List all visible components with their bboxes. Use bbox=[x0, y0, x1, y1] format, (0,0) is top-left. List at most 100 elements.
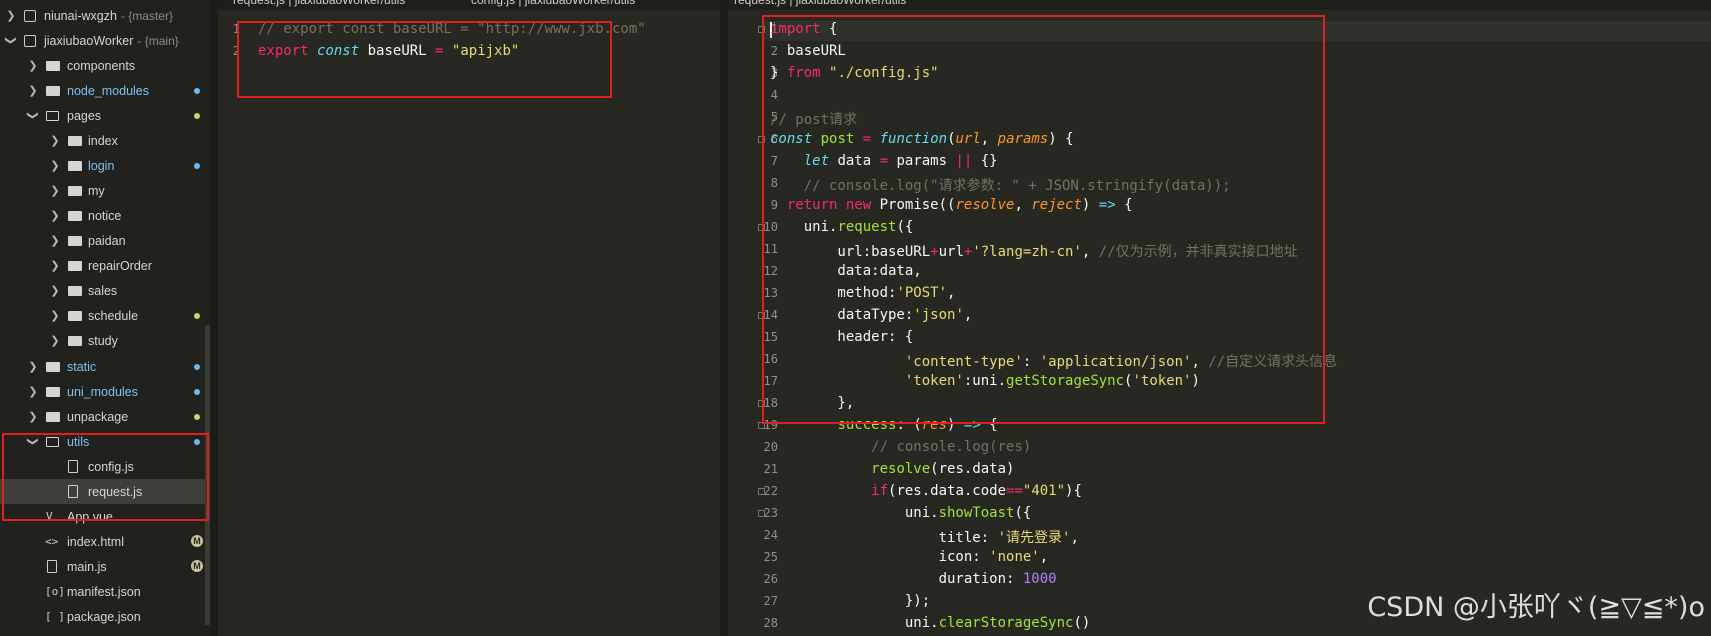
chevron-right-icon: ❯ bbox=[50, 285, 60, 297]
folder-icon bbox=[68, 186, 82, 196]
code-line-24: title: '请先登录', bbox=[770, 530, 1079, 546]
chevron-right-icon: ❯ bbox=[50, 185, 60, 197]
code-line-28: uni.clearStorageSync() bbox=[770, 615, 1091, 631]
folder-icon bbox=[68, 261, 82, 271]
chevron-right-icon: ❯ bbox=[50, 260, 60, 272]
js-file-icon bbox=[47, 560, 57, 573]
tree-item-index-html[interactable]: <> index.html M bbox=[0, 529, 205, 554]
fold-toggle-icon[interactable] bbox=[758, 488, 765, 495]
modified-badge: M bbox=[191, 560, 203, 572]
code-line-22: if(res.data.code=="401"){ bbox=[871, 483, 1082, 499]
chevron-right-icon: ❯ bbox=[28, 386, 38, 398]
annotation-box-config bbox=[237, 21, 612, 98]
tree-item-label: uni_modules bbox=[67, 384, 138, 399]
pane-divider[interactable] bbox=[210, 0, 218, 636]
tree-item-manifest-json[interactable]: [o] manifest.json bbox=[0, 579, 205, 604]
chevron-right-icon: ❯ bbox=[50, 335, 60, 347]
tree-item-label: study bbox=[88, 333, 118, 348]
tree-item-login[interactable]: ❯ login bbox=[0, 153, 205, 178]
folder-icon bbox=[68, 336, 82, 346]
editor-request-js[interactable]: 1 2 3 4 5 6 7 8 9 10 11 12 13 14 15 16 1… bbox=[728, 10, 1711, 636]
fold-toggle-icon[interactable] bbox=[758, 510, 765, 517]
tab-request-js-right[interactable]: request.js | jiaxiubaoWorker/utils bbox=[734, 0, 906, 9]
folder-icon bbox=[68, 286, 82, 296]
modified-dot-icon bbox=[194, 113, 200, 119]
code-line-20: // console.log(res) bbox=[871, 439, 1032, 455]
tree-item-main-js[interactable]: main.js M bbox=[0, 554, 205, 579]
chevron-right-icon: ❯ bbox=[50, 235, 60, 247]
modified-dot-icon bbox=[194, 313, 200, 319]
chevron-down-icon: ❯ bbox=[26, 110, 39, 121]
tree-item-label: my bbox=[88, 183, 105, 198]
chevron-right-icon: ❯ bbox=[50, 135, 60, 147]
tree-item-repairorder[interactable]: ❯ repairOrder bbox=[0, 253, 205, 278]
chevron-right-icon: ❯ bbox=[50, 310, 60, 322]
tree-item-label: main.js bbox=[67, 559, 107, 574]
tree-item-niunai-wxgzh[interactable]: ❯ niunai-wxgzh - {master} bbox=[0, 3, 205, 28]
tree-item-package-json[interactable]: [ ] package.json bbox=[0, 604, 205, 629]
folder-icon bbox=[68, 136, 82, 146]
tree-item-label: index bbox=[88, 133, 118, 148]
tab-request-js-left[interactable]: request.js | jiaxiubaoWorker/utils bbox=[233, 0, 405, 9]
csdn-watermark: CSDN @小张吖ヾ(≧▽≦*)o bbox=[1367, 592, 1705, 623]
code-line-25: icon: 'none', bbox=[770, 549, 1049, 565]
folder-icon bbox=[46, 387, 60, 397]
tab-bar-right: request.js | jiaxiubaoWorker/utils bbox=[728, 0, 1711, 10]
tree-item-jiaxiubaoworker[interactable]: ❯ jiaxiubaoWorker - {main} bbox=[0, 28, 205, 53]
chevron-right-icon: ❯ bbox=[50, 210, 60, 222]
annotation-box-request bbox=[762, 15, 1325, 424]
modified-dot-icon bbox=[194, 414, 200, 420]
json-file-icon: [ ] bbox=[45, 610, 65, 623]
tree-item-label: unpackage bbox=[67, 409, 129, 424]
code-line-23: uni.showToast({ bbox=[770, 505, 1032, 521]
tab-bar-left: request.js | jiaxiubaoWorker/utils confi… bbox=[218, 0, 720, 10]
folder-icon bbox=[68, 211, 82, 221]
folder-icon bbox=[68, 236, 82, 246]
tree-item-label: index.html bbox=[67, 534, 124, 549]
tree-item-study[interactable]: ❯ study bbox=[0, 328, 205, 353]
editor-config-js[interactable]: 1 2 // export const baseURL = "http://ww… bbox=[218, 10, 720, 636]
tree-item-node-modules[interactable]: ❯ node_modules bbox=[0, 78, 205, 103]
chevron-right-icon: ❯ bbox=[6, 10, 16, 22]
tree-item-label: jiaxiubaoWorker bbox=[44, 33, 134, 48]
tree-item-uni-modules[interactable]: ❯ uni_modules bbox=[0, 379, 205, 404]
tree-item-unpackage[interactable]: ❯ unpackage bbox=[0, 404, 205, 429]
file-explorer: ❯ niunai-wxgzh - {master} ❯ jiaxiubaoWork… bbox=[0, 0, 210, 636]
tree-item-schedule[interactable]: ❯ schedule bbox=[0, 303, 205, 328]
chevron-down-icon: ❯ bbox=[4, 35, 17, 46]
tree-item-label: package.json bbox=[67, 609, 141, 624]
tree-item-notice[interactable]: ❯ notice bbox=[0, 203, 205, 228]
html-file-icon: <> bbox=[45, 535, 59, 548]
tree-item-label: static bbox=[67, 359, 97, 374]
branch-label: - {master} bbox=[120, 8, 173, 23]
tree-item-pages[interactable]: ❯ pages bbox=[0, 103, 205, 128]
tree-item-label: notice bbox=[88, 208, 122, 223]
tree-item-my[interactable]: ❯ my bbox=[0, 178, 205, 203]
chevron-right-icon: ❯ bbox=[28, 411, 38, 423]
tree-item-label: sales bbox=[88, 283, 118, 298]
folder-icon bbox=[46, 412, 60, 422]
folder-icon bbox=[68, 161, 82, 171]
repo-icon bbox=[24, 34, 36, 47]
code-line-26: duration: 1000 bbox=[770, 571, 1057, 587]
chevron-right-icon: ❯ bbox=[28, 85, 38, 97]
tree-item-components[interactable]: ❯ components bbox=[0, 53, 205, 78]
tree-item-static[interactable]: ❯ static bbox=[0, 354, 205, 379]
tab-config-js[interactable]: config.js | jiaxiubaoWorker/utils bbox=[471, 0, 635, 9]
repo-icon bbox=[24, 9, 36, 22]
annotation-box-utils bbox=[2, 433, 209, 521]
tree-item-label: repairOrder bbox=[88, 258, 152, 273]
chevron-right-icon: ❯ bbox=[28, 60, 38, 72]
tree-item-paidan[interactable]: ❯ paidan bbox=[0, 228, 205, 253]
tree-item-sales[interactable]: ❯ sales bbox=[0, 278, 205, 303]
modified-dot-icon bbox=[194, 364, 200, 370]
modified-dot-icon bbox=[194, 389, 200, 395]
tree-item-label: manifest.json bbox=[67, 584, 141, 599]
code-line-27: }); bbox=[770, 593, 931, 609]
pane-divider[interactable] bbox=[720, 0, 728, 636]
chevron-right-icon: ❯ bbox=[28, 361, 38, 373]
tree-item-index[interactable]: ❯ index bbox=[0, 128, 205, 153]
code-line-21: resolve(res.data) bbox=[871, 461, 1015, 477]
tree-item-label: login bbox=[88, 158, 115, 173]
folder-icon bbox=[68, 311, 82, 321]
